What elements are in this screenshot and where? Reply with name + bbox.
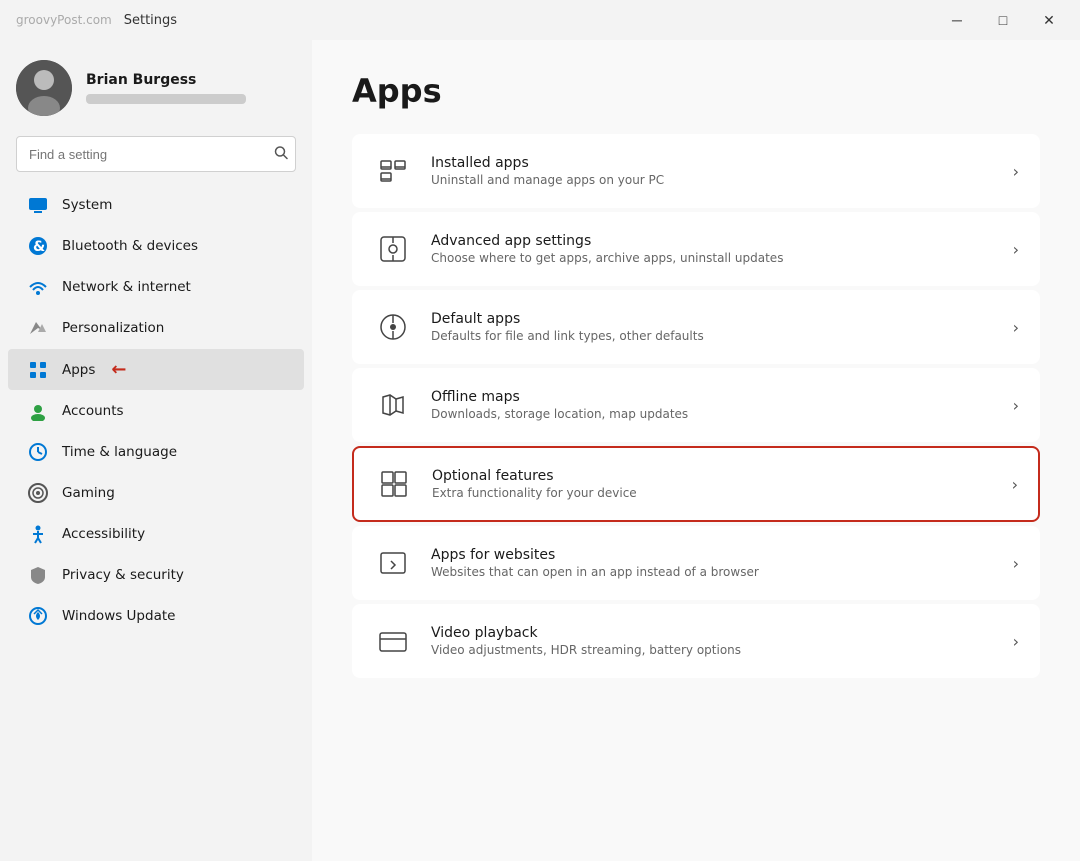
- search-input[interactable]: [16, 136, 296, 172]
- default-apps-desc: Defaults for file and link types, other …: [431, 329, 995, 343]
- apps-for-websites-chevron: ›: [1013, 554, 1019, 573]
- gaming-icon: [28, 483, 48, 503]
- title-bar-left: groovyPost.com Settings: [16, 13, 177, 28]
- video-playback-text: Video playback Video adjustments, HDR st…: [431, 625, 995, 657]
- search-box: [16, 136, 296, 172]
- apps-for-websites-title: Apps for websites: [431, 547, 995, 563]
- setting-item-offline-maps[interactable]: Offline maps Downloads, storage location…: [352, 368, 1040, 442]
- svg-text:&: &: [33, 239, 45, 255]
- personalization-icon: [28, 318, 48, 338]
- offline-maps-icon: [373, 385, 413, 425]
- title-bar: groovyPost.com Settings ─ □ ✕: [0, 0, 1080, 40]
- apps-for-websites-desc: Websites that can open in an app instead…: [431, 565, 995, 579]
- sidebar-item-time[interactable]: Time & language: [8, 432, 304, 472]
- offline-maps-title: Offline maps: [431, 389, 995, 405]
- sidebar-item-apps-label: Apps: [62, 362, 95, 378]
- offline-maps-text: Offline maps Downloads, storage location…: [431, 389, 995, 421]
- privacy-icon: [28, 565, 48, 585]
- optional-features-chevron: ›: [1012, 475, 1018, 494]
- sidebar-item-accounts[interactable]: Accounts: [8, 391, 304, 431]
- sidebar-item-windowsupdate-label: Windows Update: [62, 608, 175, 624]
- user-name: Brian Burgess: [86, 72, 246, 88]
- time-icon: [28, 442, 48, 462]
- video-playback-icon: [373, 621, 413, 661]
- sidebar-item-accessibility-label: Accessibility: [62, 526, 145, 542]
- advanced-chevron: ›: [1013, 240, 1019, 259]
- installed-apps-chevron: ›: [1013, 162, 1019, 181]
- sidebar-item-bluetooth-label: Bluetooth & devices: [62, 238, 198, 254]
- page-title: Apps: [352, 72, 1040, 110]
- default-apps-title: Default apps: [431, 311, 995, 327]
- video-playback-desc: Video adjustments, HDR streaming, batter…: [431, 643, 995, 657]
- sidebar-item-privacy-label: Privacy & security: [62, 567, 184, 583]
- optional-features-desc: Extra functionality for your device: [432, 486, 994, 500]
- user-info: Brian Burgess: [86, 72, 246, 104]
- sidebar-item-network[interactable]: Network & internet: [8, 267, 304, 307]
- apps-for-websites-text: Apps for websites Websites that can open…: [431, 547, 995, 579]
- sidebar-item-privacy[interactable]: Privacy & security: [8, 555, 304, 595]
- setting-item-optional-features[interactable]: Optional features Extra functionality fo…: [352, 446, 1040, 522]
- sidebar-item-network-label: Network & internet: [62, 279, 191, 295]
- setting-item-default-apps[interactable]: Default apps Defaults for file and link …: [352, 290, 1040, 364]
- apps-for-websites-icon: [373, 543, 413, 583]
- apps-icon: [28, 360, 48, 380]
- accessibility-icon: [28, 524, 48, 544]
- setting-item-apps-for-websites[interactable]: Apps for websites Websites that can open…: [352, 526, 1040, 600]
- sidebar-item-system[interactable]: System: [8, 185, 304, 225]
- system-icon: [28, 195, 48, 215]
- title-bar-title: Settings: [124, 13, 177, 28]
- sidebar-item-gaming[interactable]: Gaming: [8, 473, 304, 513]
- sidebar-item-gaming-label: Gaming: [62, 485, 115, 501]
- video-playback-chevron: ›: [1013, 632, 1019, 651]
- sidebar: Brian Burgess: [0, 40, 312, 861]
- sidebar-item-bluetooth[interactable]: & Bluetooth & devices: [8, 226, 304, 266]
- main-content: Apps Installed apps Uninstall an: [312, 40, 1080, 861]
- app-body: Brian Burgess: [0, 40, 1080, 861]
- title-bar-controls: ─ □ ✕: [934, 4, 1072, 36]
- settings-list: Installed apps Uninstall and manage apps…: [352, 134, 1040, 678]
- setting-item-video-playback[interactable]: Video playback Video adjustments, HDR st…: [352, 604, 1040, 678]
- sidebar-item-personalization[interactable]: Personalization: [8, 308, 304, 348]
- offline-maps-desc: Downloads, storage location, map updates: [431, 407, 995, 421]
- user-email-bar: [86, 94, 246, 104]
- optional-features-text: Optional features Extra functionality fo…: [432, 468, 994, 500]
- close-button[interactable]: ✕: [1026, 4, 1072, 36]
- sidebar-item-accessibility[interactable]: Accessibility: [8, 514, 304, 554]
- default-apps-text: Default apps Defaults for file and link …: [431, 311, 995, 343]
- nav-menu: System & Bluetooth & devices: [0, 184, 312, 637]
- installed-apps-desc: Uninstall and manage apps on your PC: [431, 173, 995, 187]
- avatar: [16, 60, 72, 116]
- installed-apps-icon: [373, 151, 413, 191]
- installed-apps-title: Installed apps: [431, 155, 995, 171]
- network-icon: [28, 277, 48, 297]
- minimize-button[interactable]: ─: [934, 4, 980, 36]
- setting-item-advanced[interactable]: Advanced app settings Choose where to ge…: [352, 212, 1040, 286]
- accounts-icon: [28, 401, 48, 421]
- advanced-desc: Choose where to get apps, archive apps, …: [431, 251, 995, 265]
- apps-arrow: ←: [111, 359, 126, 380]
- advanced-title: Advanced app settings: [431, 233, 995, 249]
- user-section: Brian Burgess: [0, 40, 312, 132]
- watermark: groovyPost.com: [16, 13, 112, 27]
- sidebar-item-windowsupdate[interactable]: Windows Update: [8, 596, 304, 636]
- default-apps-icon: [373, 307, 413, 347]
- windows-update-icon: [28, 606, 48, 626]
- bluetooth-icon: &: [28, 236, 48, 256]
- sidebar-item-system-label: System: [62, 197, 112, 213]
- sidebar-item-accounts-label: Accounts: [62, 403, 124, 419]
- optional-features-icon: [374, 464, 414, 504]
- advanced-icon: [373, 229, 413, 269]
- default-apps-chevron: ›: [1013, 318, 1019, 337]
- sidebar-item-personalization-label: Personalization: [62, 320, 164, 336]
- setting-item-installed-apps[interactable]: Installed apps Uninstall and manage apps…: [352, 134, 1040, 208]
- offline-maps-chevron: ›: [1013, 396, 1019, 415]
- advanced-text: Advanced app settings Choose where to ge…: [431, 233, 995, 265]
- installed-apps-text: Installed apps Uninstall and manage apps…: [431, 155, 995, 187]
- optional-features-title: Optional features: [432, 468, 994, 484]
- maximize-button[interactable]: □: [980, 4, 1026, 36]
- search-button[interactable]: [274, 146, 288, 163]
- sidebar-item-apps[interactable]: Apps ←: [8, 349, 304, 390]
- sidebar-item-time-label: Time & language: [62, 444, 177, 460]
- video-playback-title: Video playback: [431, 625, 995, 641]
